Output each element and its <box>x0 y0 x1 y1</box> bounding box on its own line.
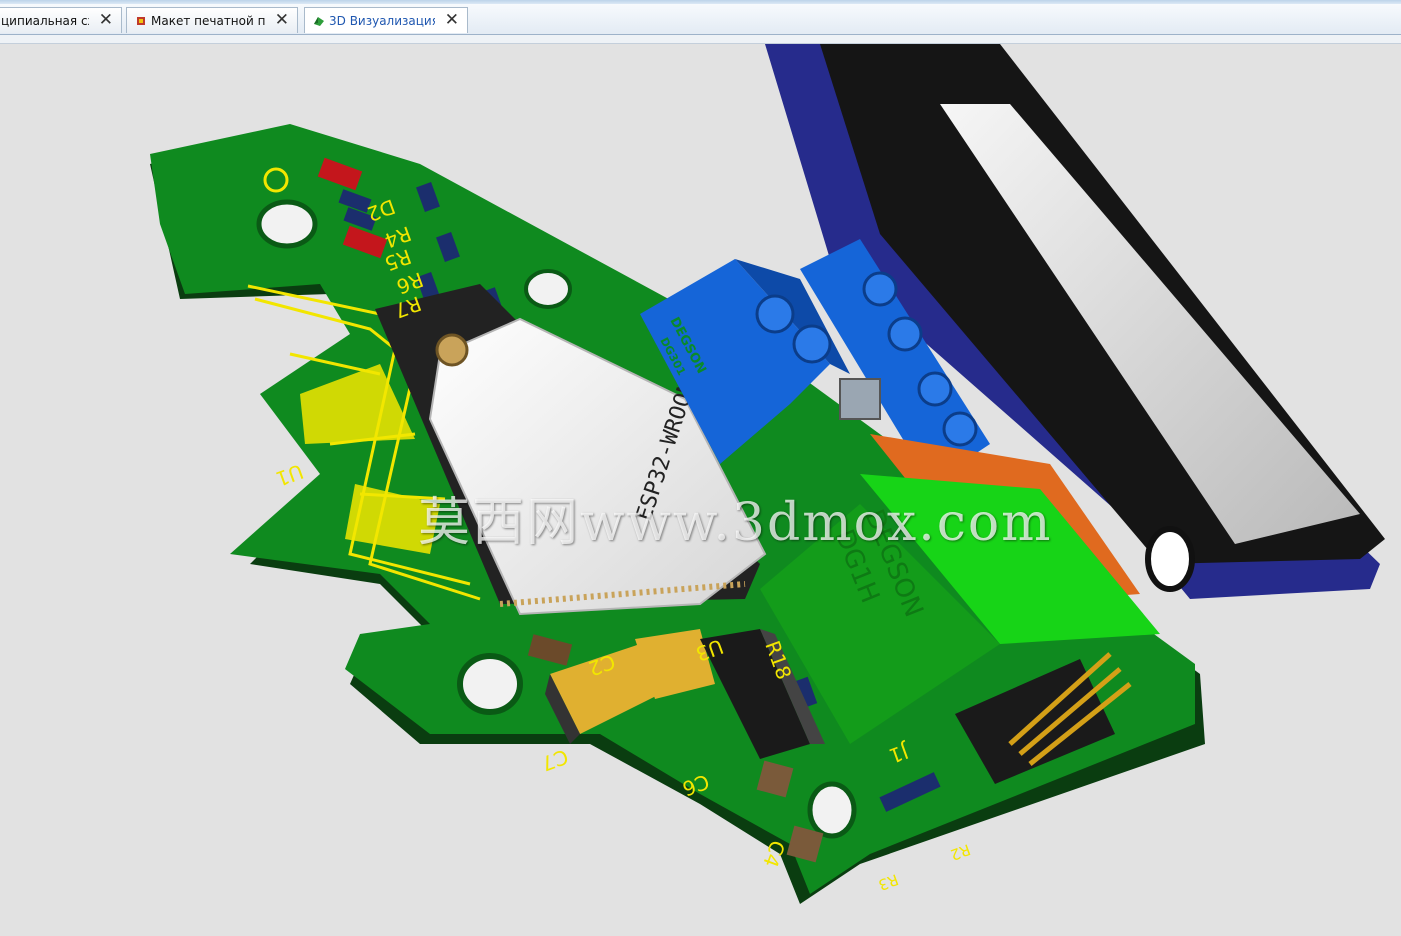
mount-hole <box>1145 526 1195 592</box>
ref-label: R3 <box>876 870 901 894</box>
tab-3d-label: 3D Визуализация <box>329 13 435 28</box>
tab-pcb-label: Макет печатной платы <box>151 13 265 28</box>
3d-view-icon <box>314 16 324 26</box>
close-icon[interactable]: ✕ <box>99 12 113 29</box>
mount-hole <box>524 269 572 309</box>
pcb-3d-render: ESP32-WROOM-32U DEGSON DG301 DEGSON DG1H <box>150 44 1385 904</box>
3d-viewport[interactable]: ESP32-WROOM-32U DEGSON DG301 DEGSON DG1H <box>0 44 1401 936</box>
ref-label: R2 <box>948 840 973 864</box>
close-icon[interactable]: ✕ <box>275 12 289 29</box>
mount-hole <box>256 199 318 249</box>
close-icon[interactable]: ✕ <box>445 12 459 29</box>
tab-schematic-label: ципиальная схема <box>1 13 89 28</box>
ref-label: C7 <box>538 744 571 776</box>
toolbar-strip <box>0 35 1401 44</box>
ref-label: U1 <box>273 459 307 491</box>
tab-3d-view[interactable]: 3D Визуализация ✕ <box>304 7 468 33</box>
document-tab-bar: ципиальная схема ✕ Макет печатной платы … <box>0 4 1401 35</box>
antenna-connector <box>435 333 469 367</box>
mount-hole <box>807 781 857 839</box>
mount-hole <box>457 653 523 715</box>
pcb-icon <box>137 16 145 25</box>
tab-pcb-layout[interactable]: Макет печатной платы ✕ <box>126 7 298 33</box>
tab-schematic[interactable]: ципиальная схема ✕ <box>0 7 122 33</box>
